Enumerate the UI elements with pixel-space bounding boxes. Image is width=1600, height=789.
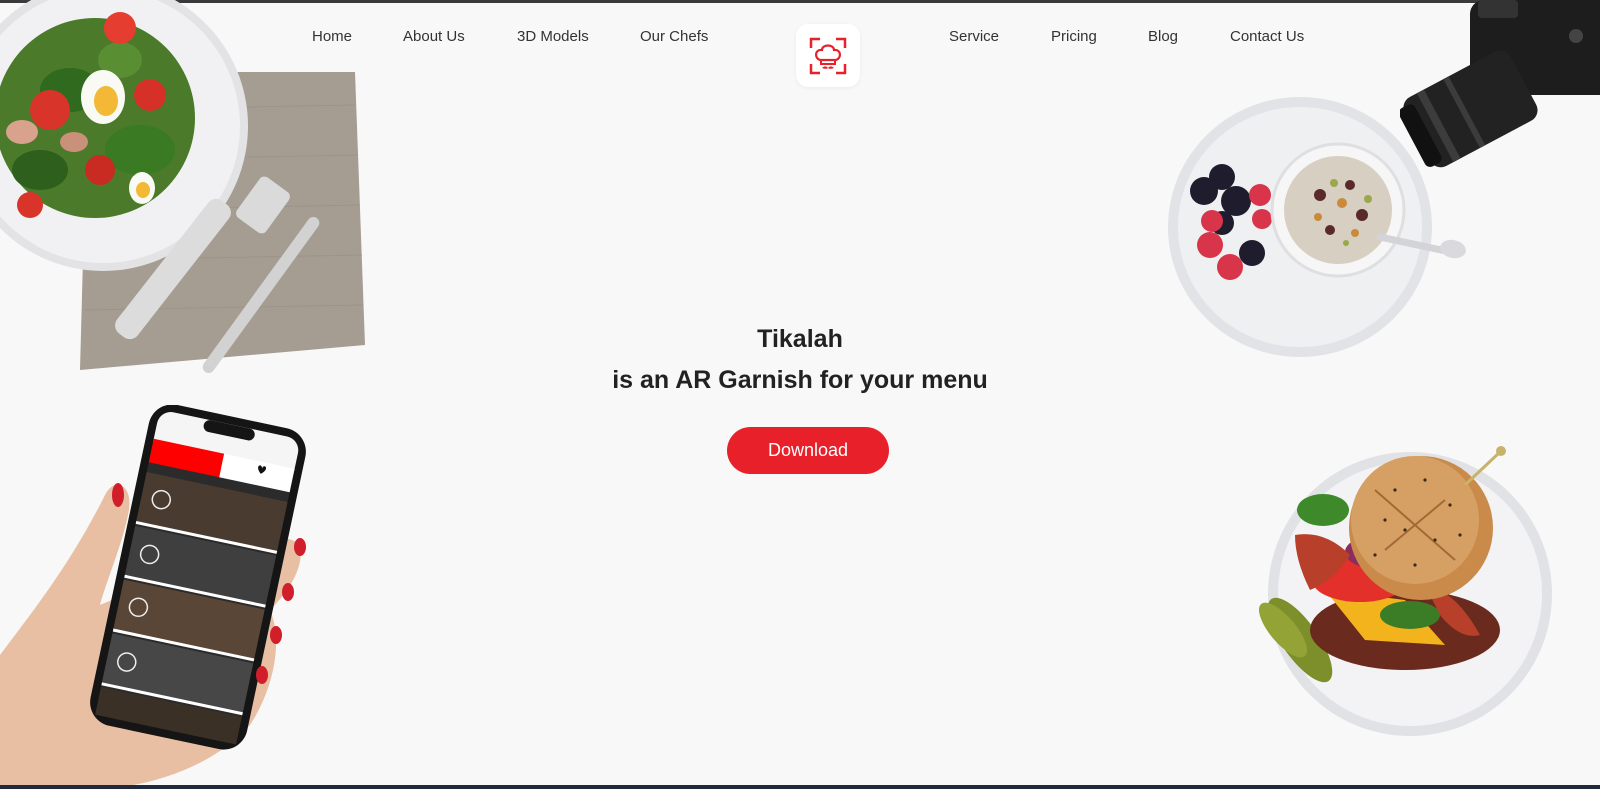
salad-plate-image xyxy=(0,0,365,374)
burger-plate-image xyxy=(1258,446,1552,736)
landing-page: Home About Us 3D Models Our Chefs Servic… xyxy=(0,0,1600,789)
nav-blog[interactable]: Blog xyxy=(1148,28,1178,45)
window-bottom-border xyxy=(0,785,1600,789)
nav-service[interactable]: Service xyxy=(949,28,999,45)
chef-hat-scan-icon xyxy=(809,37,847,75)
site-logo[interactable] xyxy=(796,24,860,87)
oatmeal-bowl-image xyxy=(1168,97,1466,357)
download-button[interactable]: Download xyxy=(727,427,889,474)
nav-about-us[interactable]: About Us xyxy=(403,28,465,45)
nav-pricing[interactable]: Pricing xyxy=(1051,28,1097,45)
phone-in-hand-image xyxy=(0,405,306,789)
nav-our-chefs[interactable]: Our Chefs xyxy=(640,28,708,45)
nav-contact-us[interactable]: Contact Us xyxy=(1230,28,1304,45)
nav-3d-models[interactable]: 3D Models xyxy=(517,28,589,45)
